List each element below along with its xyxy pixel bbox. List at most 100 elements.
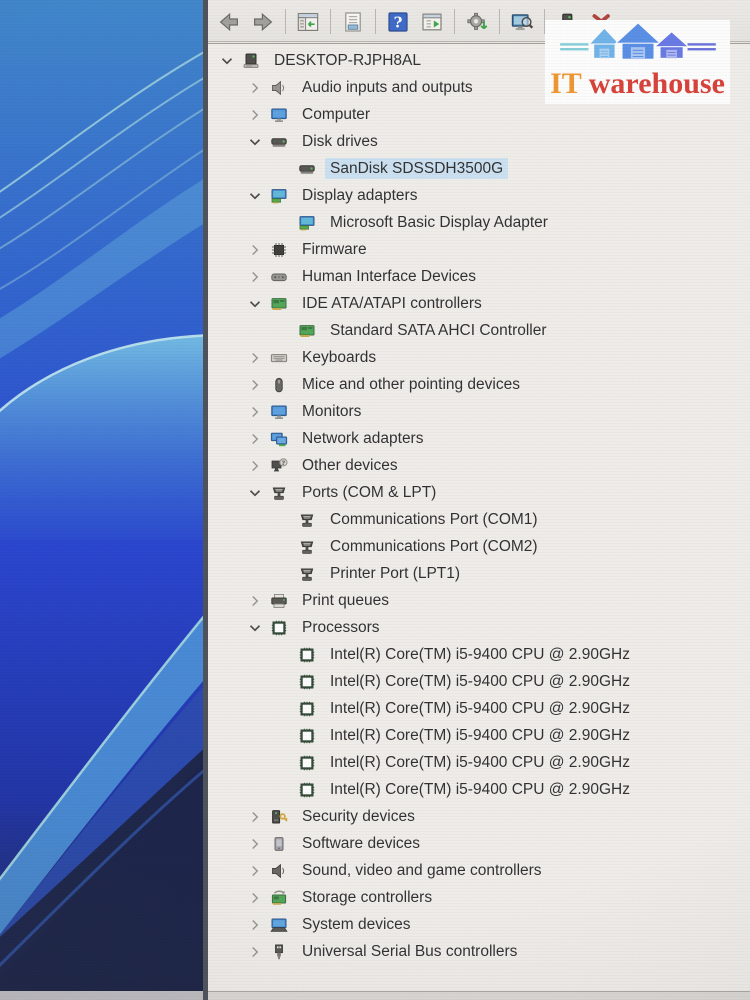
- tree-item[interactable]: Ports (COM & LPT): [208, 479, 750, 506]
- port-icon: [297, 537, 317, 557]
- chevron-down-icon[interactable]: [246, 484, 264, 502]
- tree-item[interactable]: Disk drives: [208, 128, 750, 155]
- tree-item[interactable]: Processors: [208, 614, 750, 641]
- three-houses-logo-icon: [559, 22, 716, 60]
- security-icon: [269, 807, 289, 827]
- chevron-right-icon[interactable]: [246, 943, 264, 961]
- chevron-right-icon[interactable]: [246, 241, 264, 259]
- back-button[interactable]: [214, 7, 244, 37]
- tree-item[interactable]: Human Interface Devices: [208, 263, 750, 290]
- tree-item-label: Storage controllers: [302, 888, 433, 906]
- chevron-placeholder: [274, 727, 292, 745]
- tree-item[interactable]: Software devices: [208, 830, 750, 857]
- tree-item[interactable]: Sound, video and game controllers: [208, 857, 750, 884]
- chevron-right-icon[interactable]: [246, 808, 264, 826]
- system-icon: [269, 915, 289, 935]
- chevron-right-icon[interactable]: [246, 457, 264, 475]
- tree-item[interactable]: Firmware: [208, 236, 750, 263]
- tree-item[interactable]: Printer Port (LPT1): [208, 560, 750, 587]
- chevron-right-icon[interactable]: [246, 268, 264, 286]
- tree-item-label: Intel(R) Core(TM) i5-9400 CPU @ 2.90GHz: [330, 672, 630, 690]
- chevron-down-icon[interactable]: [246, 133, 264, 151]
- tree-item[interactable]: Intel(R) Core(TM) i5-9400 CPU @ 2.90GHz: [208, 668, 750, 695]
- chevron-right-icon[interactable]: [246, 592, 264, 610]
- console-tree-icon: [297, 12, 319, 31]
- chevron-right-icon[interactable]: [246, 376, 264, 394]
- tree-item-label: Intel(R) Core(TM) i5-9400 CPU @ 2.90GHz: [330, 645, 630, 663]
- tree-item[interactable]: Security devices: [208, 803, 750, 830]
- tree-item[interactable]: ? Other devices: [208, 452, 750, 479]
- scan-hardware-changes-button[interactable]: [507, 7, 537, 37]
- cpu-icon: [297, 672, 317, 692]
- tree-item-label: Network adapters: [302, 429, 424, 447]
- tree-item[interactable]: Intel(R) Core(TM) i5-9400 CPU @ 2.90GHz: [208, 776, 750, 803]
- tree-item[interactable]: Universal Serial Bus controllers: [208, 938, 750, 965]
- update-driver-button[interactable]: [417, 7, 447, 37]
- logo-text-warehouse: warehouse: [588, 67, 725, 100]
- tree-item[interactable]: Standard SATA AHCI Controller: [208, 317, 750, 344]
- chevron-right-icon[interactable]: [246, 835, 264, 853]
- chevron-placeholder: [274, 538, 292, 556]
- tree-item[interactable]: Microsoft Basic Display Adapter: [208, 209, 750, 236]
- chevron-down-icon[interactable]: [246, 187, 264, 205]
- software-icon: [269, 834, 289, 854]
- chevron-down-icon[interactable]: [246, 295, 264, 313]
- cpu-icon: [297, 753, 317, 773]
- screen-photo: ? DESKTOP-RJPH8AL Audio inputs and output…: [0, 0, 750, 1000]
- monitor-icon: [269, 105, 289, 125]
- tree-item[interactable]: Display adapters: [208, 182, 750, 209]
- update-driver-icon: [422, 13, 442, 30]
- chip-icon: [269, 240, 289, 260]
- scan-computer-icon: [511, 13, 534, 30]
- port-icon: [297, 564, 317, 584]
- chevron-placeholder: [274, 322, 292, 340]
- tree-item[interactable]: Intel(R) Core(TM) i5-9400 CPU @ 2.90GHz: [208, 722, 750, 749]
- tree-item-label: Communications Port (COM1): [330, 510, 538, 528]
- driver-settings-button[interactable]: [462, 7, 492, 37]
- tree-item[interactable]: Computer: [208, 101, 750, 128]
- tree-item[interactable]: Print queues: [208, 587, 750, 614]
- tree-item[interactable]: Intel(R) Core(TM) i5-9400 CPU @ 2.90GHz: [208, 749, 750, 776]
- chevron-right-icon[interactable]: [246, 430, 264, 448]
- tree-item[interactable]: SanDisk SDSSDH3500G: [208, 155, 750, 182]
- chevron-placeholder: [274, 646, 292, 664]
- chevron-right-icon[interactable]: [246, 889, 264, 907]
- tree-item-label: System devices: [302, 915, 411, 933]
- tree-item[interactable]: Mice and other pointing devices: [208, 371, 750, 398]
- speaker-icon: [269, 78, 289, 98]
- tree-item[interactable]: Intel(R) Core(TM) i5-9400 CPU @ 2.90GHz: [208, 641, 750, 668]
- chevron-right-icon[interactable]: [246, 349, 264, 367]
- tree-item[interactable]: Network adapters: [208, 425, 750, 452]
- show-hide-console-tree-button[interactable]: [293, 7, 323, 37]
- tree-item[interactable]: Communications Port (COM1): [208, 506, 750, 533]
- chevron-right-icon[interactable]: [246, 403, 264, 421]
- tree-item-label: Sound, video and game controllers: [302, 861, 542, 879]
- toolbar-separator: [285, 9, 286, 34]
- cpu-icon: [297, 780, 317, 800]
- properties-button[interactable]: [338, 7, 368, 37]
- properties-icon: [345, 11, 361, 32]
- chevron-right-icon[interactable]: [246, 862, 264, 880]
- tree-item[interactable]: Monitors: [208, 398, 750, 425]
- tree-item[interactable]: Communications Port (COM2): [208, 533, 750, 560]
- tree-item[interactable]: Storage controllers: [208, 884, 750, 911]
- chevron-down-icon[interactable]: [246, 619, 264, 637]
- cpu-icon: [297, 699, 317, 719]
- computer-root-icon: [241, 51, 261, 71]
- cpu-icon: [297, 645, 317, 665]
- forward-button[interactable]: [248, 7, 278, 37]
- chevron-right-icon[interactable]: [246, 916, 264, 934]
- chevron-right-icon[interactable]: [246, 79, 264, 97]
- tree-item[interactable]: Intel(R) Core(TM) i5-9400 CPU @ 2.90GHz: [208, 695, 750, 722]
- tree-item[interactable]: Keyboards: [208, 344, 750, 371]
- help-button[interactable]: ?: [383, 7, 413, 37]
- tree-item-label: Disk drives: [302, 132, 378, 150]
- disk-icon: [269, 132, 289, 152]
- gear-update-icon: [467, 12, 488, 30]
- tree-item[interactable]: IDE ATA/ATAPI controllers: [208, 290, 750, 317]
- chevron-down-icon[interactable]: [218, 52, 236, 70]
- logo-text: IT warehouse: [550, 68, 725, 100]
- chevron-right-icon[interactable]: [246, 106, 264, 124]
- tree-item[interactable]: System devices: [208, 911, 750, 938]
- tree-item-label: Ports (COM & LPT): [302, 483, 437, 501]
